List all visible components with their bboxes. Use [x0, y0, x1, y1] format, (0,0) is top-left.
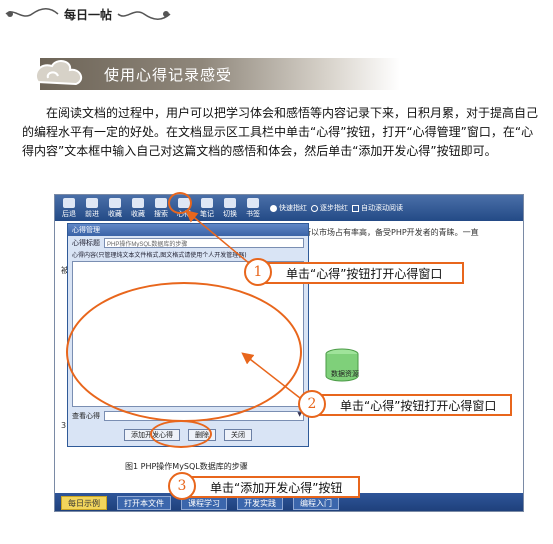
toolbar-pencil-button[interactable]: 笔记	[197, 197, 217, 219]
toolbar-switch-button[interactable]: 切换	[220, 197, 240, 219]
checkbox-icon	[352, 204, 359, 212]
toolbar-button-label: 前进	[85, 210, 99, 218]
subject-label: 心得标题	[72, 239, 100, 247]
figure-caption: 图1 PHP操作MySQL数据库的步骤	[125, 462, 248, 471]
notes-button-highlight	[168, 192, 192, 214]
close-button[interactable]: 关闭	[224, 429, 252, 441]
toolbar-button-label: 收藏	[131, 210, 145, 218]
radio-label: 逐步指红	[320, 204, 348, 212]
toolbar-collect-button[interactable]: 收藏	[128, 197, 148, 219]
content-area-highlight	[66, 282, 302, 422]
daily-example-button[interactable]: 每日示例	[61, 496, 107, 510]
callout-2-text: 单击“心得”按钮打开心得窗口	[340, 398, 497, 413]
radio-label: 快速指红	[279, 204, 307, 212]
toolbar-button-label: 搜索	[154, 210, 168, 218]
header: 每日一帖	[4, 4, 190, 24]
toolbar-favorite-button[interactable]: 收藏	[105, 197, 125, 219]
callout-1-number: 1	[244, 258, 272, 286]
practice-button[interactable]: 开发实践	[237, 496, 283, 510]
cloud-swirl-icon	[34, 60, 83, 86]
header-title: 每日一帖	[64, 7, 113, 22]
toolbar-button-label: 书签	[246, 210, 260, 218]
toolbar-forward-button[interactable]: 前进	[82, 197, 102, 219]
callout-1: 单击“心得”按钮打开心得窗口	[254, 262, 464, 284]
toolbar-bookmark-button[interactable]: 书签	[243, 197, 263, 219]
callout-1-text: 单击“心得”按钮打开心得窗口	[286, 266, 443, 281]
view-label: 查看心得	[72, 412, 100, 420]
radio-step[interactable]: 逐步指红	[311, 203, 348, 213]
ornament-left-icon	[5, 8, 59, 17]
radio-dot-icon	[311, 204, 318, 212]
content-note: 心得内容(只管理纯文本文件格式,图文格式请使用个人开发管理器)	[72, 252, 247, 259]
bookmark-icon	[247, 198, 259, 208]
checkmark-icon	[132, 198, 144, 208]
ornament-right-icon	[117, 11, 171, 20]
banner-title: 使用心得记录感受	[104, 66, 233, 84]
back-arrow-icon	[63, 198, 75, 208]
callout-2-number: 2	[298, 390, 326, 418]
doc-toolbar: 后退 前进 收藏 收藏 搜索 心得 笔记 切换 书签 快速指红 逐步指红 自动滚…	[55, 195, 523, 221]
add-button-highlight	[150, 420, 212, 448]
radio-fast[interactable]: 快速指红	[270, 203, 307, 213]
forward-arrow-icon	[86, 198, 98, 208]
auto-scroll-checkbox[interactable]: 自动滚动阅读	[352, 203, 403, 213]
callout-2: 单击“心得”按钮打开心得窗口	[308, 394, 512, 416]
callout-3-text: 单击“添加开发心得”按钮	[210, 480, 343, 495]
favorite-icon	[109, 198, 121, 208]
open-file-button[interactable]: 打开本文件	[117, 496, 171, 510]
callout-3-number: 3	[168, 472, 196, 500]
switch-icon	[224, 198, 236, 208]
toolbar-back-button[interactable]: 后退	[59, 197, 79, 219]
doc-text-line: 所以市场占有率高，备受PHP开发者的青睐。一直	[303, 228, 479, 237]
pencil-icon	[201, 198, 213, 208]
toolbar-button-label: 后退	[62, 210, 76, 218]
toolbar-button-label: 收藏	[108, 210, 122, 218]
toolbar-button-label: 笔记	[200, 210, 214, 218]
search-icon	[155, 198, 167, 208]
toolbar-button-label: 切换	[223, 210, 237, 218]
subject-input[interactable]	[104, 238, 304, 248]
subject-row: 心得标题	[68, 236, 308, 250]
callout-3: 单击“添加开发心得”按钮	[178, 476, 360, 498]
checkbox-label: 自动滚动阅读	[361, 204, 403, 212]
section-banner: 使用心得记录感受	[34, 58, 400, 90]
dialog-title: 心得管理	[68, 224, 308, 236]
intro-paragraph: 在阅读文档的过程中，用户可以把学习体会和感悟等内容记录下来，日积月累，对于提高自…	[22, 106, 539, 158]
db-label: 数据资源	[331, 370, 359, 378]
radio-dot-icon	[270, 204, 277, 212]
beginner-button[interactable]: 编程入门	[293, 496, 339, 510]
